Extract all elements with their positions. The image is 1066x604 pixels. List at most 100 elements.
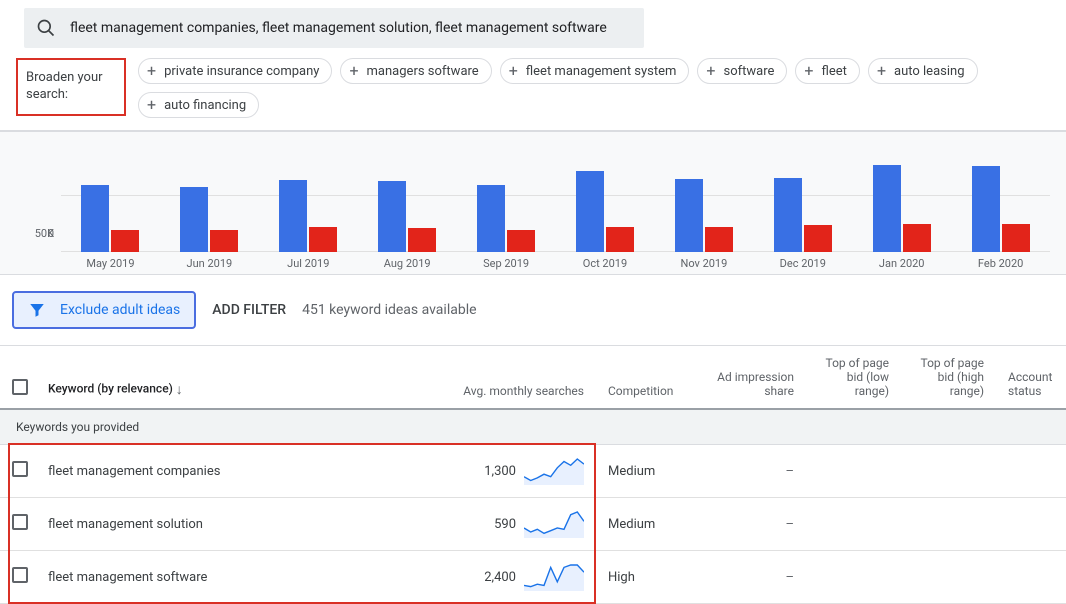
bar-series-b: [804, 225, 832, 252]
plus-icon: +: [147, 63, 156, 79]
col-bidlow[interactable]: Top of page bid (low range): [806, 346, 901, 410]
chart-y-axis: 50K 0: [16, 140, 60, 270]
plus-icon: +: [509, 63, 518, 79]
bar-series-b: [903, 224, 931, 252]
bar-series-b: [507, 230, 535, 252]
month-label: Jan 2020: [879, 257, 925, 270]
sparkline: [524, 510, 584, 538]
search-bar[interactable]: fleet management companies, fleet manage…: [24, 8, 644, 48]
chip-label: auto financing: [164, 98, 246, 113]
col-competition[interactable]: Competition: [596, 346, 696, 410]
month-label: Dec 2019: [780, 257, 826, 270]
chip-label: software: [724, 64, 775, 79]
plus-icon: +: [349, 63, 358, 79]
bar-series-b: [408, 228, 436, 252]
chip-label: auto leasing: [894, 64, 964, 79]
cell-adshare: –: [696, 498, 806, 551]
month-label: Feb 2020: [978, 257, 1023, 270]
month-label: May 2019: [86, 257, 134, 270]
section-keywords-provided: Keywords you provided: [0, 409, 1066, 445]
trend-chart: 50K 0 May 2019 Jun 2019 Jul 2019 Aug 2019 Se…: [0, 131, 1066, 275]
bar-series-b: [705, 227, 733, 252]
cell-avg: 2,400: [484, 570, 516, 585]
chip-label: managers software: [367, 64, 479, 79]
month-group: Sep 2019: [457, 185, 556, 270]
bar-series-a: [180, 187, 208, 252]
cell-competition: Medium: [596, 445, 696, 498]
chip-label: fleet management system: [526, 64, 677, 79]
bar-series-a: [378, 181, 406, 252]
select-all-checkbox[interactable]: [12, 379, 28, 395]
sort-arrow-icon: ↓: [176, 382, 183, 398]
cell-keyword[interactable]: fleet management companies: [36, 445, 436, 498]
broaden-chip[interactable]: + managers software: [340, 58, 491, 84]
col-adshare[interactable]: Ad impression share: [696, 346, 806, 410]
month-label: Jun 2019: [187, 257, 233, 270]
broaden-chip[interactable]: +software: [697, 58, 787, 84]
month-group: Oct 2019: [556, 171, 655, 270]
table-row: fleet management software2,400High–: [0, 551, 1066, 604]
col-bidhigh[interactable]: Top of page bid (high range): [901, 346, 996, 410]
funnel-icon: [28, 301, 46, 319]
bar-series-a: [675, 179, 703, 252]
month-group: May 2019: [61, 185, 160, 270]
sparkline: [524, 563, 584, 591]
cell-keyword[interactable]: fleet management solution: [36, 498, 436, 551]
month-group: Aug 2019: [358, 181, 457, 270]
bar-series-a: [972, 166, 1000, 252]
sparkline: [524, 457, 584, 485]
bar-series-b: [309, 227, 337, 252]
plus-icon: +: [804, 63, 813, 79]
exclude-adult-filter[interactable]: Exclude adult ideas: [12, 291, 196, 329]
bar-series-a: [81, 185, 109, 252]
broaden-label: Broaden your search:: [16, 58, 126, 116]
search-icon: [36, 18, 56, 38]
broaden-chip[interactable]: + auto leasing: [868, 58, 978, 84]
table-row: fleet management companies 1,300 Medium–: [0, 445, 1066, 498]
table-row: fleet management solution590Medium–: [0, 498, 1066, 551]
plus-icon: +: [877, 63, 886, 79]
bar-series-a: [774, 178, 802, 252]
col-status[interactable]: Account status: [996, 346, 1066, 410]
search-query-text: fleet management companies, fleet manage…: [70, 20, 607, 36]
month-label: Aug 2019: [384, 257, 431, 270]
bar-series-b: [210, 230, 238, 252]
keywords-table: Keyword (by relevance) ↓ Avg. monthly se…: [0, 345, 1066, 604]
month-group: Jan 2020: [852, 165, 951, 270]
bar-series-b: [606, 227, 634, 252]
cell-avg: 590: [494, 517, 516, 532]
ideas-count: 451 keyword ideas available: [302, 302, 476, 318]
col-keyword[interactable]: Keyword (by relevance): [48, 382, 173, 396]
row-checkbox[interactable]: [12, 461, 28, 477]
broaden-chip[interactable]: + private insurance company: [138, 58, 332, 84]
chip-label: private insurance company: [164, 64, 319, 79]
month-label: Jul 2019: [287, 257, 329, 270]
broaden-chip[interactable]: + fleet: [795, 58, 860, 84]
cell-adshare: –: [696, 445, 806, 498]
plus-icon: +: [147, 97, 156, 113]
chip-label: fleet: [822, 64, 847, 79]
bar-series-a: [477, 185, 505, 252]
add-filter-button[interactable]: ADD FILTER: [212, 302, 286, 318]
bar-series-b: [111, 230, 139, 252]
month-group: Feb 2020: [951, 166, 1050, 270]
month-label: Sep 2019: [483, 257, 529, 270]
y-tick-0: 0: [48, 227, 54, 240]
bar-series-a: [279, 180, 307, 252]
month-group: Dec 2019: [753, 178, 852, 270]
broaden-chip[interactable]: + fleet management system: [500, 58, 690, 84]
row-checkbox[interactable]: [12, 567, 28, 583]
bar-series-b: [1002, 224, 1030, 252]
month-group: Jul 2019: [259, 180, 358, 270]
broaden-chips: + private insurance company + managers soft…: [138, 58, 1050, 118]
bar-series-a: [576, 171, 604, 252]
cell-keyword[interactable]: fleet management software: [36, 551, 436, 604]
month-group: Nov 2019: [654, 179, 753, 270]
row-checkbox[interactable]: [12, 514, 28, 530]
broaden-chip[interactable]: + auto financing: [138, 92, 259, 118]
chart-bars: May 2019 Jun 2019 Jul 2019 Aug 2019 Sep 2019…: [60, 140, 1050, 270]
col-avg[interactable]: Avg. monthly searches: [436, 346, 596, 410]
bar-series-a: [873, 165, 901, 252]
cell-avg: 1,300: [484, 464, 516, 479]
month-label: Oct 2019: [583, 257, 627, 270]
